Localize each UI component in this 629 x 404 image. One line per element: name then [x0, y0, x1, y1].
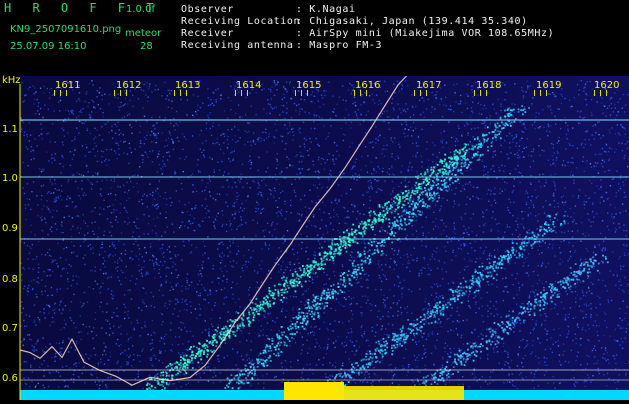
header-panel: H R O F F T 1.0.0f KN9_2507091610.png me… — [0, 0, 629, 76]
x-tick-label: 1612 — [116, 80, 141, 91]
x-tick-label: 1618 — [476, 80, 501, 91]
bottom-yellow-bar — [284, 382, 344, 400]
meteor-label: meteor — [125, 28, 161, 40]
x-tick-label: 1620 — [594, 80, 619, 91]
x-tick-label: 1619 — [536, 80, 561, 91]
date-time: 25.07.09 16:10 — [10, 41, 87, 53]
y-tick-label: 1.0 — [2, 173, 18, 184]
y-tick-label: 0.7 — [2, 323, 18, 334]
y-tick-label: 0.6 — [2, 373, 18, 384]
info-label-location: Receiving Location — [181, 16, 300, 28]
info-value-receiver: : AirSpy mini (Miakejima VOR 108.65MHz) — [296, 28, 554, 40]
x-tick-label: 1613 — [175, 80, 200, 91]
spectrogram-plot: kHz 1.1 1.0 0.9 0.8 0.7 0.6 1611 1612 16… — [0, 76, 629, 400]
y-tick-label: 1.1 — [2, 124, 18, 135]
x-tick-label: 1616 — [355, 80, 380, 91]
file-name: KN9_2507091610.png — [10, 24, 121, 36]
info-value-location: : Chigasaki, Japan (139.414 35.340) — [296, 16, 528, 28]
info-label-observer: Observer — [181, 4, 234, 16]
info-label-receiver: Receiver — [181, 28, 234, 40]
x-tick-label: 1614 — [236, 80, 261, 91]
info-value-antenna: : Maspro FM-3 — [296, 40, 382, 52]
bottom-yellow-bar — [344, 386, 464, 400]
info-label-antenna: Receiving antenna — [181, 40, 294, 52]
y-axis-unit: kHz — [2, 75, 21, 86]
x-tick-label: 1611 — [55, 80, 80, 91]
x-tick-label: 1615 — [296, 80, 321, 91]
app-version: 1.0.0f — [126, 4, 155, 16]
info-value-observer: : K.Nagai — [296, 4, 356, 16]
spectrogram-canvas — [0, 76, 629, 400]
y-tick-label: 0.9 — [2, 223, 18, 234]
y-tick-label: 0.8 — [2, 274, 18, 285]
meteor-count: 28 — [140, 41, 153, 53]
x-tick-label: 1617 — [416, 80, 441, 91]
